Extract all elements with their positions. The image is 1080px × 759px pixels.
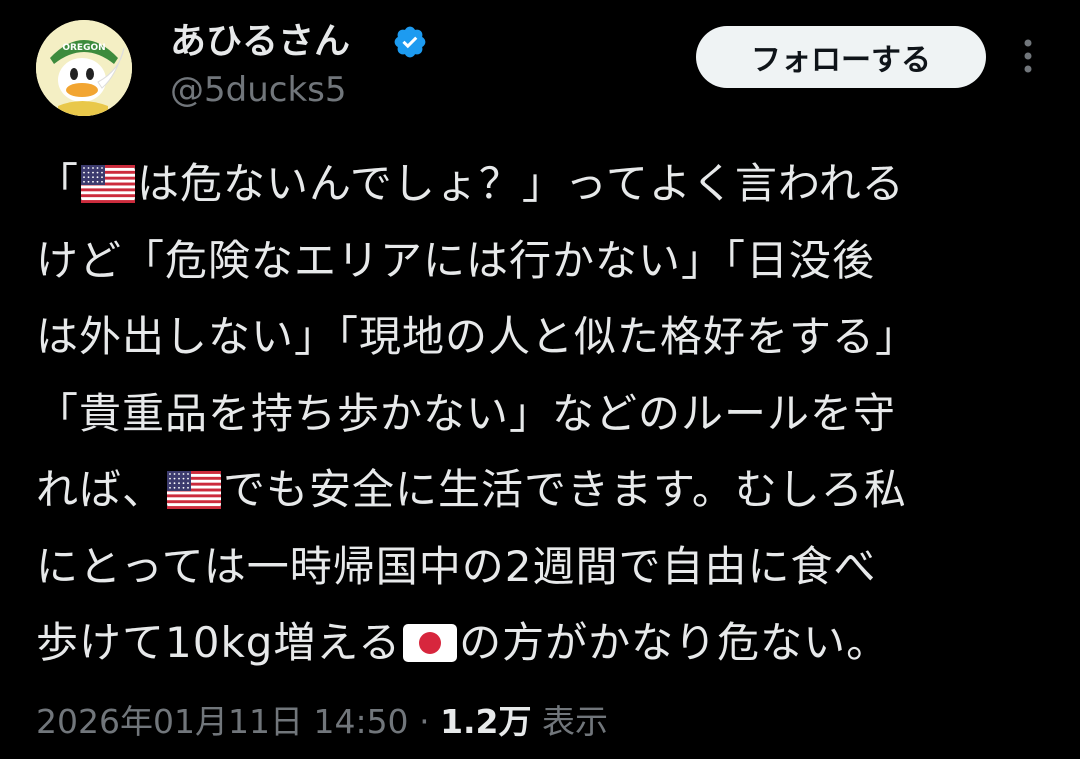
duck-avatar-image: OREGON bbox=[36, 20, 132, 116]
avatar-badge-text: OREGON bbox=[62, 43, 105, 53]
tweet-text: 「 は危ないんでしょ？」ってよく言われる けど「危険なエリアには行かない」「日没後は… bbox=[36, 146, 1046, 682]
meta-separator: · bbox=[419, 702, 430, 741]
verified-badge-icon bbox=[392, 24, 428, 60]
tweet-header: OREGON あひるさん @5ducks5 フォローする bbox=[0, 0, 1080, 130]
tweet-text-line: 「貴重品を持ち歩かない」などのルールを守 bbox=[36, 376, 1046, 453]
author-display-name[interactable]: あひるさん bbox=[170, 16, 350, 68]
tweet-meta: 2026年01月11日 14:50 · 1.2万 表示 bbox=[36, 696, 608, 748]
tweet-text-segment: けど「危険なエリアには行かない」「日没後 bbox=[36, 235, 876, 285]
us-flag-icon bbox=[167, 471, 222, 509]
tweet-text-line: は外出しない」「現地の人と似た格好をする」 bbox=[36, 299, 1046, 376]
tweet-timestamp[interactable]: 2026年01月11日 14:50 bbox=[36, 702, 409, 741]
more-options-button[interactable] bbox=[1008, 36, 1048, 76]
tweet-text-line: けど「危険なエリアには行かない」「日没後 bbox=[36, 223, 1046, 300]
tweet-text-segment: の方がかなり危ない。 bbox=[459, 618, 890, 667]
more-vertical-icon bbox=[1024, 39, 1032, 73]
tweet-text-segment: でも安全に生活できます。むしろ私 bbox=[223, 465, 907, 514]
tweet-text-line: 歩けて10kg増える の方がかなり危ない。 bbox=[36, 605, 1046, 682]
tweet-text-line: 「 は危ないんでしょ？」ってよく言われる bbox=[36, 146, 1046, 223]
follow-button[interactable]: フォローする bbox=[696, 26, 986, 88]
tweet-text-segment: は危ないんでしょ？」ってよく言われる bbox=[137, 159, 905, 208]
views-label: 表示 bbox=[542, 702, 609, 741]
tweet-text-segment: れば、 bbox=[36, 465, 166, 514]
tweet-text-segment: は外出しない」「現地の人と似た格好をする」 bbox=[36, 312, 919, 361]
tweet-text-line: にとっては一時帰国中の2週間で自由に食べ bbox=[36, 529, 1046, 606]
tweet-text-segment: 歩けて10kg増える bbox=[36, 618, 402, 667]
avatar[interactable]: OREGON bbox=[36, 20, 132, 116]
tweet-text-segment: にとっては一時帰国中の2週間で自由に食べ bbox=[36, 541, 877, 591]
tweet-text-line: れば、 でも安全に生活できます。むしろ私 bbox=[36, 452, 1046, 529]
us-flag-icon bbox=[81, 165, 136, 203]
tweet-text-segment: 「 bbox=[36, 159, 80, 208]
tweet-text-segment: 「貴重品を持ち歩かない」などのルールを守 bbox=[36, 388, 897, 438]
author-handle[interactable]: @5ducks5 bbox=[170, 66, 347, 114]
japan-flag-icon bbox=[403, 624, 458, 662]
views-count[interactable]: 1.2万 bbox=[440, 702, 531, 741]
